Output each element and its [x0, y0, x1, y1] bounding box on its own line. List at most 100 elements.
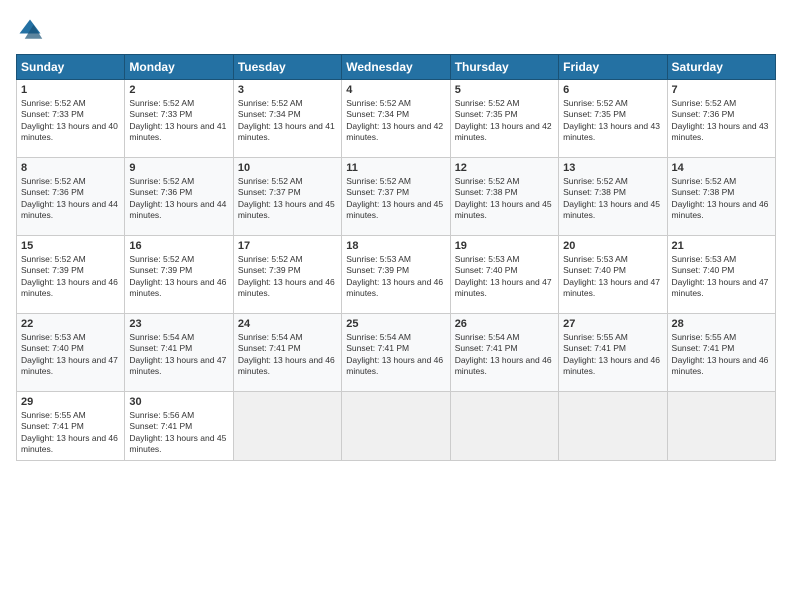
- calendar-cell: 30 Sunrise: 5:56 AMSunset: 7:41 PMDaylig…: [125, 392, 233, 461]
- day-info: Sunrise: 5:52 AMSunset: 7:37 PMDaylight:…: [346, 176, 443, 220]
- calendar-cell: 16 Sunrise: 5:52 AMSunset: 7:39 PMDaylig…: [125, 236, 233, 314]
- day-info: Sunrise: 5:52 AMSunset: 7:35 PMDaylight:…: [563, 98, 660, 142]
- day-info: Sunrise: 5:54 AMSunset: 7:41 PMDaylight:…: [129, 332, 226, 376]
- day-number: 10: [238, 162, 337, 174]
- calendar-cell: 18 Sunrise: 5:53 AMSunset: 7:39 PMDaylig…: [342, 236, 450, 314]
- day-info: Sunrise: 5:53 AMSunset: 7:40 PMDaylight:…: [563, 254, 660, 298]
- day-info: Sunrise: 5:56 AMSunset: 7:41 PMDaylight:…: [129, 410, 226, 454]
- day-info: Sunrise: 5:52 AMSunset: 7:38 PMDaylight:…: [563, 176, 660, 220]
- day-number: 15: [21, 240, 120, 252]
- col-header-saturday: Saturday: [667, 55, 775, 80]
- day-info: Sunrise: 5:53 AMSunset: 7:40 PMDaylight:…: [455, 254, 552, 298]
- day-number: 22: [21, 318, 120, 330]
- day-number: 18: [346, 240, 445, 252]
- calendar-cell: 24 Sunrise: 5:54 AMSunset: 7:41 PMDaylig…: [233, 314, 341, 392]
- day-number: 29: [21, 396, 120, 408]
- col-header-thursday: Thursday: [450, 55, 558, 80]
- week-row-5: 29 Sunrise: 5:55 AMSunset: 7:41 PMDaylig…: [17, 392, 776, 461]
- calendar-cell: [559, 392, 667, 461]
- calendar-cell: 7 Sunrise: 5:52 AMSunset: 7:36 PMDayligh…: [667, 80, 775, 158]
- calendar-cell: [667, 392, 775, 461]
- day-info: Sunrise: 5:52 AMSunset: 7:33 PMDaylight:…: [21, 98, 118, 142]
- day-number: 2: [129, 84, 228, 96]
- calendar-cell: [342, 392, 450, 461]
- week-row-3: 15 Sunrise: 5:52 AMSunset: 7:39 PMDaylig…: [17, 236, 776, 314]
- calendar-cell: 23 Sunrise: 5:54 AMSunset: 7:41 PMDaylig…: [125, 314, 233, 392]
- header: [16, 16, 776, 44]
- day-number: 17: [238, 240, 337, 252]
- day-number: 4: [346, 84, 445, 96]
- day-info: Sunrise: 5:53 AMSunset: 7:40 PMDaylight:…: [672, 254, 769, 298]
- day-number: 16: [129, 240, 228, 252]
- day-info: Sunrise: 5:52 AMSunset: 7:34 PMDaylight:…: [346, 98, 443, 142]
- calendar-cell: 14 Sunrise: 5:52 AMSunset: 7:38 PMDaylig…: [667, 158, 775, 236]
- day-number: 23: [129, 318, 228, 330]
- day-info: Sunrise: 5:52 AMSunset: 7:35 PMDaylight:…: [455, 98, 552, 142]
- day-number: 5: [455, 84, 554, 96]
- day-number: 7: [672, 84, 771, 96]
- day-info: Sunrise: 5:52 AMSunset: 7:39 PMDaylight:…: [129, 254, 226, 298]
- calendar-cell: 22 Sunrise: 5:53 AMSunset: 7:40 PMDaylig…: [17, 314, 125, 392]
- day-info: Sunrise: 5:52 AMSunset: 7:36 PMDaylight:…: [672, 98, 769, 142]
- calendar-cell: 27 Sunrise: 5:55 AMSunset: 7:41 PMDaylig…: [559, 314, 667, 392]
- calendar-cell: 21 Sunrise: 5:53 AMSunset: 7:40 PMDaylig…: [667, 236, 775, 314]
- day-number: 20: [563, 240, 662, 252]
- day-info: Sunrise: 5:52 AMSunset: 7:38 PMDaylight:…: [672, 176, 769, 220]
- day-number: 6: [563, 84, 662, 96]
- day-number: 1: [21, 84, 120, 96]
- calendar-cell: 1 Sunrise: 5:52 AMSunset: 7:33 PMDayligh…: [17, 80, 125, 158]
- week-row-2: 8 Sunrise: 5:52 AMSunset: 7:36 PMDayligh…: [17, 158, 776, 236]
- day-number: 26: [455, 318, 554, 330]
- day-info: Sunrise: 5:55 AMSunset: 7:41 PMDaylight:…: [563, 332, 660, 376]
- day-number: 13: [563, 162, 662, 174]
- day-number: 21: [672, 240, 771, 252]
- calendar-cell: 12 Sunrise: 5:52 AMSunset: 7:38 PMDaylig…: [450, 158, 558, 236]
- day-number: 3: [238, 84, 337, 96]
- day-info: Sunrise: 5:54 AMSunset: 7:41 PMDaylight:…: [346, 332, 443, 376]
- calendar-cell: 6 Sunrise: 5:52 AMSunset: 7:35 PMDayligh…: [559, 80, 667, 158]
- calendar-cell: 17 Sunrise: 5:52 AMSunset: 7:39 PMDaylig…: [233, 236, 341, 314]
- day-info: Sunrise: 5:52 AMSunset: 7:36 PMDaylight:…: [129, 176, 226, 220]
- calendar-cell: 8 Sunrise: 5:52 AMSunset: 7:36 PMDayligh…: [17, 158, 125, 236]
- day-info: Sunrise: 5:52 AMSunset: 7:36 PMDaylight:…: [21, 176, 118, 220]
- calendar-cell: 4 Sunrise: 5:52 AMSunset: 7:34 PMDayligh…: [342, 80, 450, 158]
- day-info: Sunrise: 5:55 AMSunset: 7:41 PMDaylight:…: [21, 410, 118, 454]
- day-info: Sunrise: 5:52 AMSunset: 7:39 PMDaylight:…: [238, 254, 335, 298]
- day-info: Sunrise: 5:52 AMSunset: 7:38 PMDaylight:…: [455, 176, 552, 220]
- day-number: 12: [455, 162, 554, 174]
- day-number: 14: [672, 162, 771, 174]
- calendar-cell: 2 Sunrise: 5:52 AMSunset: 7:33 PMDayligh…: [125, 80, 233, 158]
- calendar-cell: 13 Sunrise: 5:52 AMSunset: 7:38 PMDaylig…: [559, 158, 667, 236]
- day-info: Sunrise: 5:52 AMSunset: 7:33 PMDaylight:…: [129, 98, 226, 142]
- calendar-cell: [233, 392, 341, 461]
- col-header-friday: Friday: [559, 55, 667, 80]
- header-row: SundayMondayTuesdayWednesdayThursdayFrid…: [17, 55, 776, 80]
- calendar-cell: 25 Sunrise: 5:54 AMSunset: 7:41 PMDaylig…: [342, 314, 450, 392]
- day-number: 11: [346, 162, 445, 174]
- page: SundayMondayTuesdayWednesdayThursdayFrid…: [0, 0, 792, 612]
- col-header-sunday: Sunday: [17, 55, 125, 80]
- day-info: Sunrise: 5:52 AMSunset: 7:37 PMDaylight:…: [238, 176, 335, 220]
- day-number: 24: [238, 318, 337, 330]
- calendar-cell: [450, 392, 558, 461]
- calendar-cell: 5 Sunrise: 5:52 AMSunset: 7:35 PMDayligh…: [450, 80, 558, 158]
- calendar-cell: 10 Sunrise: 5:52 AMSunset: 7:37 PMDaylig…: [233, 158, 341, 236]
- day-number: 25: [346, 318, 445, 330]
- day-info: Sunrise: 5:52 AMSunset: 7:39 PMDaylight:…: [21, 254, 118, 298]
- col-header-wednesday: Wednesday: [342, 55, 450, 80]
- col-header-monday: Monday: [125, 55, 233, 80]
- day-number: 19: [455, 240, 554, 252]
- day-info: Sunrise: 5:54 AMSunset: 7:41 PMDaylight:…: [455, 332, 552, 376]
- calendar-cell: 19 Sunrise: 5:53 AMSunset: 7:40 PMDaylig…: [450, 236, 558, 314]
- calendar-cell: 20 Sunrise: 5:53 AMSunset: 7:40 PMDaylig…: [559, 236, 667, 314]
- calendar-cell: 3 Sunrise: 5:52 AMSunset: 7:34 PMDayligh…: [233, 80, 341, 158]
- day-number: 28: [672, 318, 771, 330]
- calendar-cell: 11 Sunrise: 5:52 AMSunset: 7:37 PMDaylig…: [342, 158, 450, 236]
- calendar-table: SundayMondayTuesdayWednesdayThursdayFrid…: [16, 54, 776, 461]
- day-info: Sunrise: 5:55 AMSunset: 7:41 PMDaylight:…: [672, 332, 769, 376]
- col-header-tuesday: Tuesday: [233, 55, 341, 80]
- calendar-cell: 9 Sunrise: 5:52 AMSunset: 7:36 PMDayligh…: [125, 158, 233, 236]
- calendar-cell: 29 Sunrise: 5:55 AMSunset: 7:41 PMDaylig…: [17, 392, 125, 461]
- day-info: Sunrise: 5:53 AMSunset: 7:39 PMDaylight:…: [346, 254, 443, 298]
- calendar-cell: 15 Sunrise: 5:52 AMSunset: 7:39 PMDaylig…: [17, 236, 125, 314]
